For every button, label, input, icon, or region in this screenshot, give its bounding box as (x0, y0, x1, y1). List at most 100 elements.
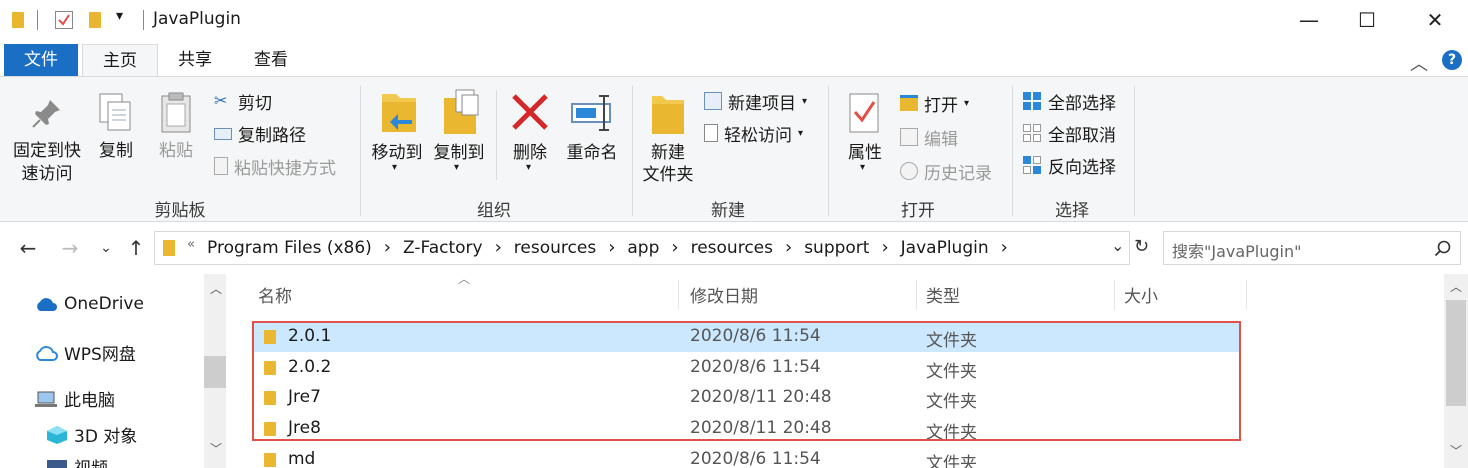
folder-icon (652, 96, 684, 134)
cloud-outline-icon (36, 345, 58, 361)
file-type-cell: 文件夹 (926, 331, 977, 351)
qat-dropdown-button[interactable]: ▾ (116, 8, 123, 24)
file-row[interactable]: Jre8 2020/8/11 20:48 文件夹 (252, 414, 1239, 444)
properties-check-icon[interactable] (55, 11, 73, 29)
open-button[interactable]: 打开 ▾ (900, 90, 969, 116)
breadcrumb-separator[interactable]: › (384, 237, 391, 258)
edit-label: 编辑 (924, 129, 958, 150)
invert-selection-icon (1023, 156, 1041, 174)
breadcrumb-item[interactable]: Z-Factory (403, 238, 483, 258)
pin-label-line2: 速访问 (21, 164, 73, 184)
tab-share[interactable]: 共享 (162, 44, 228, 76)
easy-access-button[interactable]: 轻松访问 ▾ (704, 120, 803, 146)
folder-icon (264, 422, 276, 436)
file-list-scrollbar[interactable]: ︿ ﹀ (1444, 274, 1468, 468)
scroll-thumb[interactable] (1446, 300, 1466, 406)
breadcrumb-separator[interactable]: › (1001, 237, 1008, 258)
edit-button[interactable]: 编辑 (900, 124, 958, 150)
file-row[interactable]: 2.0.1 2020/8/6 11:54 文件夹 (252, 322, 1239, 352)
column-divider[interactable] (1114, 280, 1115, 310)
nav-item-label: 此电脑 (64, 391, 115, 411)
group-divider (360, 86, 361, 216)
breadcrumb-item[interactable]: support (804, 238, 869, 258)
open-label: 打开 (924, 95, 958, 116)
breadcrumb-separator[interactable]: › (671, 237, 678, 258)
group-divider (1134, 86, 1135, 216)
history-button[interactable]: 历史记录 (900, 158, 992, 184)
breadcrumb-item[interactable]: resources (514, 238, 596, 258)
column-header-modified[interactable]: 修改日期 (690, 282, 758, 307)
group-divider (632, 86, 633, 216)
scroll-up-icon[interactable]: ︿ (210, 280, 222, 297)
new-folder-icon[interactable] (89, 12, 101, 28)
nav-item-this-pc[interactable]: 此电脑 (34, 386, 115, 411)
column-divider[interactable] (916, 280, 917, 310)
recent-locations-chevron-icon[interactable]: ⌄ (94, 236, 118, 260)
breadcrumb-item[interactable]: JavaPlugin (901, 238, 989, 258)
overflow-chevron[interactable]: « (187, 237, 195, 252)
tab-file[interactable]: 文件 (4, 44, 78, 76)
column-header-type[interactable]: 类型 (926, 282, 960, 307)
breadcrumb-item[interactable]: resources (691, 238, 773, 258)
maximize-button[interactable]: ☐ (1338, 0, 1396, 40)
up-arrow-icon[interactable]: ↑ (124, 236, 148, 260)
file-modified-cell: 2020/8/11 20:48 (690, 387, 832, 407)
copy-path-button[interactable]: 复制路径 (214, 120, 306, 146)
search-icon (1434, 240, 1451, 257)
paste-shortcut-button[interactable]: 粘贴快捷方式 (214, 153, 336, 179)
help-icon[interactable]: ? (1442, 50, 1462, 70)
search-placeholder: 搜索"JavaPlugin" (1172, 242, 1302, 261)
breadcrumb-separator[interactable]: › (608, 237, 615, 258)
nav-item-3d-objects[interactable]: 3D 对象 (46, 422, 137, 447)
select-all-button[interactable]: 全部选择 (1022, 88, 1116, 114)
breadcrumb-separator[interactable]: › (881, 237, 888, 258)
refresh-icon[interactable]: ↻ (1134, 236, 1149, 257)
nav-item-wps-drive[interactable]: WPS网盘 (34, 340, 136, 365)
scroll-down-icon[interactable]: ﹀ (210, 440, 222, 457)
easy-access-label: 轻松访问 (724, 125, 792, 146)
address-field[interactable]: « Program Files (x86) › Z-Factory › resource… (154, 231, 1130, 265)
sort-indicator-icon: ︿ (458, 272, 471, 286)
column-divider[interactable] (1246, 280, 1247, 310)
close-button[interactable]: ✕ (1406, 0, 1464, 40)
open-folder-icon (900, 95, 918, 111)
nav-item-onedrive[interactable]: OneDrive (34, 294, 144, 314)
column-header-size[interactable]: 大小 (1124, 282, 1158, 307)
select-all-icon (1023, 92, 1041, 110)
organize-group-label: 组织 (477, 201, 511, 221)
tab-view[interactable]: 查看 (238, 44, 304, 76)
search-input[interactable]: 搜索"JavaPlugin" (1163, 231, 1461, 265)
column-divider[interactable] (678, 280, 679, 310)
invert-selection-button[interactable]: 反向选择 (1022, 152, 1116, 178)
scroll-down-icon[interactable]: ﹀ (1450, 442, 1462, 459)
forward-arrow-icon[interactable]: → (58, 236, 82, 260)
file-row[interactable]: md 2020/8/6 11:54 文件夹 (252, 445, 1239, 468)
breadcrumb-separator[interactable]: › (785, 237, 792, 258)
back-arrow-icon[interactable]: ← (16, 236, 40, 260)
nav-scrollbar[interactable]: ︿ ﹀ (204, 274, 226, 468)
cloud-icon (37, 298, 57, 311)
nav-item-videos[interactable]: 视频 (46, 454, 108, 468)
cut-button[interactable]: ✂ 剪切 (214, 88, 272, 114)
select-none-button[interactable]: 全部取消 (1022, 120, 1116, 146)
column-header-name[interactable]: 名称 (258, 282, 292, 307)
new-item-button[interactable]: 新建项目 ▾ (704, 88, 807, 114)
breadcrumb-item[interactable]: app (627, 238, 659, 258)
file-row[interactable]: 2.0.2 2020/8/6 11:54 文件夹 (252, 353, 1239, 383)
breadcrumb-item[interactable]: Program Files (x86) (207, 238, 372, 258)
address-dropdown-chevron-icon[interactable]: ⌄ (1111, 236, 1124, 255)
tab-home[interactable]: 主页 (82, 44, 158, 76)
minimize-button[interactable]: — (1280, 0, 1338, 40)
file-row[interactable]: Jre7 2020/8/11 20:48 文件夹 (252, 383, 1239, 413)
copy-label: 复制 (99, 141, 133, 161)
paste-shortcut-label: 粘贴快捷方式 (234, 158, 336, 179)
nav-item-label: WPS网盘 (64, 345, 136, 365)
scroll-up-icon[interactable]: ︿ (1450, 278, 1462, 295)
dropdown-icon: ▾ (802, 95, 808, 107)
collapse-ribbon-icon[interactable]: ︿ (1410, 50, 1428, 76)
copy-icon (99, 93, 131, 131)
scroll-thumb[interactable] (204, 356, 226, 388)
select-none-label: 全部取消 (1048, 125, 1116, 146)
breadcrumb-separator[interactable]: › (495, 237, 502, 258)
easy-access-icon (704, 124, 718, 142)
